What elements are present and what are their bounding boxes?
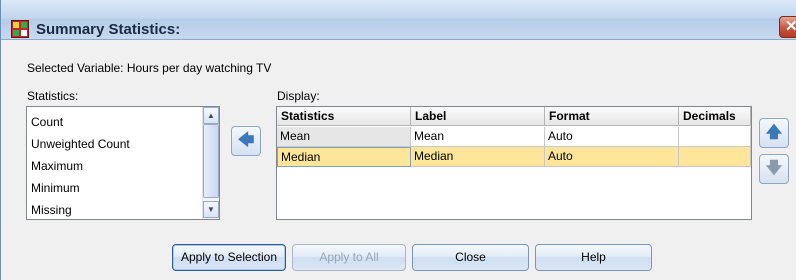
close-icon[interactable]: ✕ (779, 16, 796, 38)
display-grid: Statistics Label Format Decimals Mean Me… (276, 106, 752, 220)
statistics-list-label: Statistics: (27, 89, 79, 103)
column-header-label: Label (411, 107, 545, 126)
scroll-down-icon[interactable]: ▼ (203, 201, 219, 218)
dialog-title: Summary Statistics: (36, 21, 181, 38)
spss-app-icon (11, 20, 29, 38)
move-up-arrow-icon[interactable]: 🡅 (759, 118, 789, 148)
list-item[interactable]: Minimum (31, 181, 80, 195)
close-button[interactable]: Close (412, 244, 529, 271)
cell-decimals[interactable] (679, 127, 751, 147)
cell-label[interactable]: Mean (411, 127, 545, 147)
cell-label[interactable]: Median (411, 147, 545, 167)
list-item[interactable]: Maximum (31, 159, 83, 173)
scroll-thumb[interactable] (203, 124, 219, 198)
list-item[interactable]: Count (31, 115, 63, 129)
move-down-arrow-icon[interactable]: 🡇 (759, 154, 789, 184)
statistics-scrollbar[interactable]: ▲ ▼ (202, 107, 219, 219)
cell-format[interactable]: Auto (545, 127, 679, 147)
move-left-arrow-icon[interactable]: 🡄 (231, 126, 261, 156)
apply-to-selection-button[interactable]: Apply to Selection (172, 244, 286, 271)
summary-statistics-dialog: Summary Statistics: ✕ Selected Variable:… (0, 0, 796, 280)
cell-statistics[interactable]: Median (277, 147, 411, 167)
cell-decimals[interactable] (679, 147, 751, 167)
apply-to-all-button[interactable]: Apply to All (292, 244, 406, 271)
column-header-decimals: Decimals (679, 107, 751, 126)
title-bar: Summary Statistics: ✕ (1, 0, 796, 40)
scroll-up-icon[interactable]: ▲ (203, 107, 219, 124)
cell-statistics[interactable]: Mean (277, 127, 411, 147)
display-grid-label: Display: (277, 89, 320, 103)
column-header-statistics: Statistics (277, 107, 411, 126)
cell-format[interactable]: Auto (545, 147, 679, 167)
help-button[interactable]: Help (535, 244, 652, 271)
column-header-format: Format (545, 107, 679, 126)
list-item[interactable]: Missing (31, 203, 72, 217)
list-item[interactable]: Unweighted Count (31, 137, 130, 151)
statistics-listbox[interactable]: Count Unweighted Count Maximum Minimum M… (26, 106, 220, 220)
selected-variable-label: Selected Variable: Hours per day watchin… (27, 61, 272, 75)
